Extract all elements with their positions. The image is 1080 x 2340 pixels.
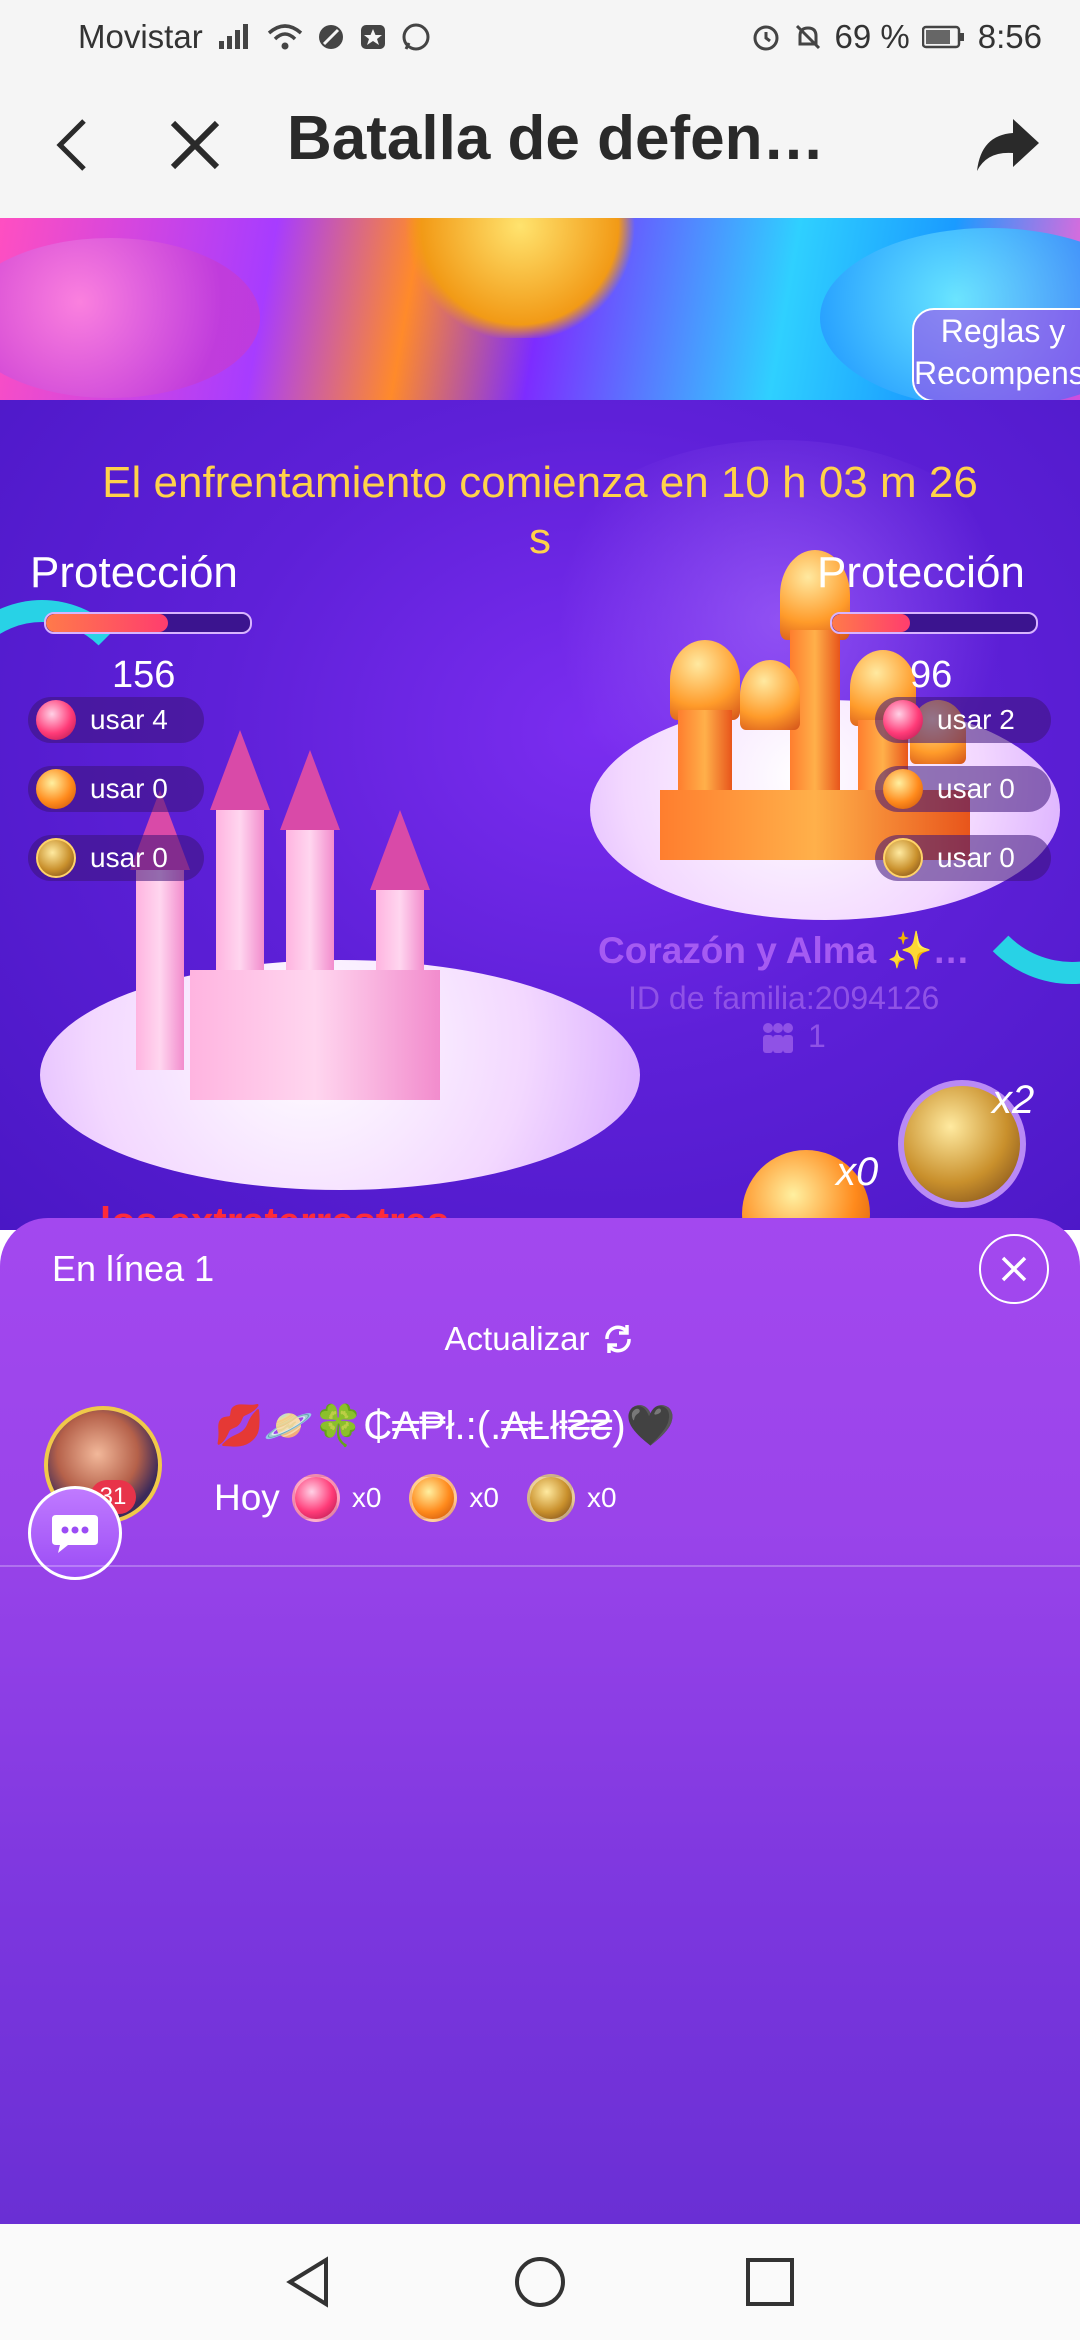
mute-bell-icon <box>795 24 820 50</box>
close-sheet-button[interactable] <box>979 1234 1049 1304</box>
left-use-red-crystal[interactable]: usar 4 <box>28 697 204 743</box>
nav-home-icon[interactable] <box>512 2254 568 2310</box>
left-use-fire-gem[interactable]: usar 0 <box>28 766 204 812</box>
golden-ball-icon <box>883 838 923 878</box>
clock: 8:56 <box>977 18 1042 55</box>
castle-roof <box>370 810 430 890</box>
left-protection-label: Protección <box>30 548 238 597</box>
left-use-golden-ball[interactable]: usar 0 <box>28 835 204 881</box>
golden-ball-icon <box>36 838 76 878</box>
battery-icon <box>921 25 964 49</box>
left-protection-bar <box>44 612 252 634</box>
right-use-red-crystal[interactable]: usar 2 <box>875 697 1051 743</box>
fire-gem-icon <box>883 769 923 809</box>
crown-emblem <box>400 218 640 338</box>
use-count: 2 <box>999 704 1015 735</box>
close-icon <box>170 120 220 170</box>
red-crystal-icon <box>291 1474 340 1522</box>
cathedral-dome <box>670 640 740 720</box>
rules-label-line1: Reglas y <box>940 313 1066 349</box>
alarm-icon <box>753 25 779 51</box>
use-count: 4 <box>152 704 168 735</box>
golden-ball-icon <box>526 1474 575 1522</box>
golden-ball-count: x2 <box>992 1078 1035 1122</box>
nav-back-icon[interactable] <box>282 2254 334 2310</box>
castle-roof <box>210 730 270 810</box>
castle-roof <box>280 750 340 830</box>
cathedral-dome <box>740 660 800 730</box>
use-label: usar <box>90 704 145 735</box>
wifi-icon <box>267 24 302 50</box>
red-crystal-count: x0 <box>351 1482 382 1513</box>
online-users-sheet <box>0 1218 1080 2224</box>
use-count: 0 <box>152 773 168 804</box>
left-protection-fill <box>46 614 169 632</box>
title-bar: Batalla de defen… <box>0 75 1080 218</box>
signal-icon <box>218 24 248 49</box>
refresh-button[interactable]: Actualizar <box>0 1320 1080 1358</box>
refresh-label: Actualizar <box>444 1320 590 1357</box>
refresh-icon <box>605 1325 632 1353</box>
fire-gem-icon <box>36 769 76 809</box>
use-label: usar <box>90 773 145 804</box>
user-name: 💋🪐🍀₵₳₱ł.:(.₳Ⱡłⱡ₴₴)🖤 <box>214 1404 676 1448</box>
golden-ball-count: x0 <box>586 1482 617 1513</box>
right-score: 96 <box>910 654 953 696</box>
system-nav-bar <box>0 2224 1080 2340</box>
family-members: 1 <box>758 1018 826 1055</box>
family-id: ID de familia:2094126 <box>628 980 940 1016</box>
right-use-golden-ball[interactable]: usar 0 <box>875 835 1051 881</box>
use-count: 0 <box>999 842 1015 873</box>
family-name[interactable]: Corazón y Alma ✨… <box>598 930 970 973</box>
status-bar: Movistar 69 % 8:56 <box>0 0 1080 75</box>
castle-wall <box>190 970 440 1100</box>
online-count-label: En línea 1 <box>52 1248 215 1289</box>
rules-label-line2: Recompensa <box>914 355 1080 391</box>
members-count: 1 <box>808 1018 826 1054</box>
banner-cloud-left <box>0 238 260 398</box>
back-button[interactable] <box>32 105 112 185</box>
use-label: usar <box>90 842 145 873</box>
use-label: usar <box>937 704 992 735</box>
use-count: 0 <box>999 773 1015 804</box>
share-button[interactable] <box>968 105 1048 185</box>
fire-gem-count: x0 <box>469 1482 499 1513</box>
star-app-icon <box>360 25 385 49</box>
chat-bubble-icon <box>52 1515 98 1553</box>
use-label: usar <box>937 842 992 873</box>
carrier-name: Movistar <box>78 18 203 55</box>
row-divider <box>0 1565 1080 1567</box>
chevron-left-icon <box>56 119 86 171</box>
right-use-fire-gem[interactable]: usar 0 <box>875 766 1051 812</box>
battery-percent: 69 % <box>834 18 910 55</box>
whatsapp-icon <box>402 23 430 51</box>
red-crystal-icon <box>36 700 76 740</box>
left-score: 156 <box>112 654 176 696</box>
countdown-line1: El enfrentamiento comienza en 10 h 03 m … <box>102 458 978 507</box>
user-today-stats: Hoy x0 x0 x0 <box>214 1474 633 1522</box>
nav-recents-icon[interactable] <box>744 2256 796 2308</box>
fire-gem-icon <box>409 1474 458 1522</box>
red-crystal-icon <box>883 700 923 740</box>
close-button[interactable] <box>155 105 235 185</box>
right-protection-label: Protección <box>817 548 1025 597</box>
fire-gem-count: x0 <box>836 1150 879 1194</box>
use-label: usar <box>937 773 992 804</box>
members-icon <box>763 1022 793 1053</box>
use-count: 0 <box>152 842 168 873</box>
today-label: Hoy <box>214 1477 280 1518</box>
right-protection-fill <box>832 614 910 632</box>
share-arrow-icon <box>977 119 1039 171</box>
right-protection-bar <box>830 612 1038 634</box>
blocked-app-icon <box>318 25 343 49</box>
close-icon <box>1001 1256 1027 1282</box>
rules-rewards-button[interactable]: Reglas y Recompensa <box>912 308 1080 402</box>
castle-tower <box>136 870 184 1070</box>
page-title: Batalla de defen… <box>287 104 825 173</box>
